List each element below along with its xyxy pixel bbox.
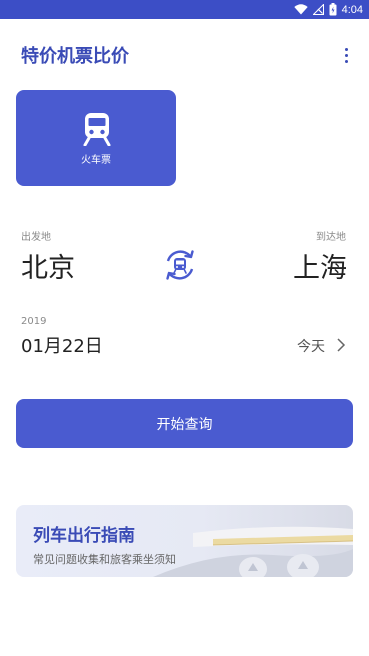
to-city[interactable]: 上海 bbox=[293, 246, 347, 285]
departure-date[interactable]: 01月22日 bbox=[21, 332, 103, 358]
date-year: 2019 bbox=[21, 316, 47, 327]
train-guide-card[interactable]: 列车出行指南 常见问题收集和旅客乘坐须知 bbox=[16, 505, 353, 577]
train-ticket-tile[interactable]: 火车票 bbox=[16, 90, 176, 186]
train-ticket-label: 火车票 bbox=[81, 155, 111, 166]
to-label: 到达地 bbox=[316, 232, 346, 243]
swap-train-icon[interactable] bbox=[162, 247, 198, 283]
signal-off-icon bbox=[312, 4, 324, 15]
today-label[interactable]: 今天 bbox=[297, 336, 325, 356]
app-title: 特价机票比价 bbox=[21, 46, 129, 67]
guide-subtitle: 常见问题收集和旅客乘坐须知 bbox=[33, 553, 176, 566]
status-bar: 4:04 bbox=[0, 0, 369, 19]
start-search-button[interactable]: 开始查询 bbox=[16, 399, 353, 448]
wifi-icon bbox=[293, 4, 308, 15]
status-icons: 4:04 bbox=[293, 2, 363, 17]
train-icon bbox=[83, 113, 111, 146]
chevron-right-icon[interactable] bbox=[335, 337, 347, 353]
more-menu-button[interactable] bbox=[338, 44, 354, 66]
from-city[interactable]: 北京 bbox=[21, 246, 75, 285]
status-time: 4:04 bbox=[341, 3, 363, 16]
from-label: 出发地 bbox=[21, 232, 51, 243]
train-illustration bbox=[153, 526, 353, 577]
guide-title: 列车出行指南 bbox=[33, 526, 135, 546]
battery-icon bbox=[329, 3, 337, 16]
more-vert-icon bbox=[344, 47, 348, 51]
